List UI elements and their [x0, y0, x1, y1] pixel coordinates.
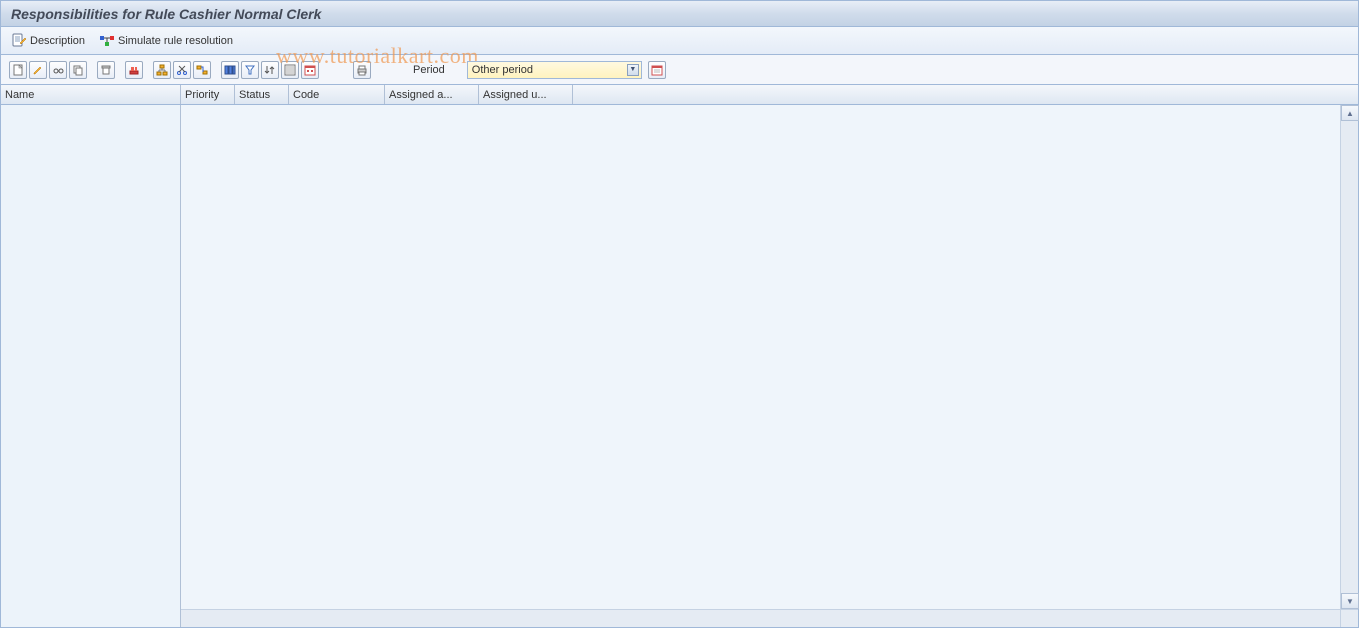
window-title-bar: Responsibilities for Rule Cashier Normal…	[1, 1, 1358, 27]
vertical-scrollbar[interactable]: ▲ ▼	[1340, 105, 1358, 609]
grid-body: ▲ ▼	[1, 105, 1358, 627]
page-title: Responsibilities for Rule Cashier Normal…	[11, 6, 321, 22]
list-icon	[284, 64, 296, 76]
cut-button[interactable]	[173, 61, 191, 79]
where-used-button[interactable]	[193, 61, 211, 79]
trash-icon	[100, 64, 112, 76]
sort-icon	[264, 64, 276, 76]
edit-button[interactable]	[29, 61, 47, 79]
scrollbar-corner	[1340, 609, 1358, 627]
columns-icon	[224, 64, 236, 76]
where-used-icon	[196, 64, 208, 76]
glasses-icon	[52, 64, 64, 76]
list-button[interactable]	[281, 61, 299, 79]
calendar-range-icon	[304, 64, 316, 76]
col-header-assigned-u[interactable]: Assigned u...	[479, 85, 573, 104]
simulate-rule-resolution-button[interactable]: Simulate rule resolution	[99, 33, 233, 49]
display-button[interactable]	[49, 61, 67, 79]
table-header-row: Name Priority Status Code Assigned a... …	[1, 85, 1358, 105]
print-button[interactable]	[353, 61, 371, 79]
period-dropdown-value: Other period	[472, 64, 533, 76]
pencil-icon	[32, 64, 44, 76]
hierarchy-icon	[156, 64, 168, 76]
tree-navigation-pane[interactable]	[1, 105, 181, 627]
document-pencil-icon	[11, 33, 27, 49]
dropdown-arrow-icon: ▼	[627, 64, 639, 76]
col-header-filler	[573, 85, 1338, 104]
simulate-icon	[99, 33, 115, 49]
hierarchy-button[interactable]	[153, 61, 171, 79]
scissors-icon	[176, 64, 188, 76]
delimit-button[interactable]	[125, 61, 143, 79]
description-label: Description	[30, 35, 85, 47]
col-header-scroll-spacer	[1338, 85, 1358, 104]
col-header-name[interactable]: Name	[1, 85, 181, 104]
filter-icon	[244, 64, 256, 76]
col-header-status[interactable]: Status	[235, 85, 289, 104]
period-dropdown[interactable]: Other period ▼	[467, 61, 642, 79]
calendar-icon	[651, 64, 663, 76]
copy-button[interactable]	[69, 61, 87, 79]
copy-icon	[72, 64, 84, 76]
printer-icon	[356, 64, 368, 76]
icon-toolbar: Period Other period ▼	[1, 55, 1358, 85]
sort-button[interactable]	[261, 61, 279, 79]
application-toolbar: Description Simulate rule resolution	[1, 27, 1358, 55]
data-grid-pane[interactable]: ▲ ▼	[181, 105, 1358, 627]
col-header-code[interactable]: Code	[289, 85, 385, 104]
document-new-icon	[12, 64, 24, 76]
scroll-down-button[interactable]: ▼	[1341, 593, 1359, 609]
scroll-up-button[interactable]: ▲	[1341, 105, 1359, 121]
period-label: Period	[413, 64, 445, 76]
delimit-icon	[128, 64, 140, 76]
horizontal-scrollbar[interactable]	[181, 609, 1340, 627]
col-header-priority[interactable]: Priority	[181, 85, 235, 104]
period-calendar-button[interactable]	[648, 61, 666, 79]
description-button[interactable]: Description	[11, 33, 85, 49]
date-range-button[interactable]	[301, 61, 319, 79]
filter-button[interactable]	[241, 61, 259, 79]
create-button[interactable]	[9, 61, 27, 79]
delete-button[interactable]	[97, 61, 115, 79]
col-header-assigned-a[interactable]: Assigned a...	[385, 85, 479, 104]
column-config-button[interactable]	[221, 61, 239, 79]
simulate-label: Simulate rule resolution	[118, 35, 233, 47]
